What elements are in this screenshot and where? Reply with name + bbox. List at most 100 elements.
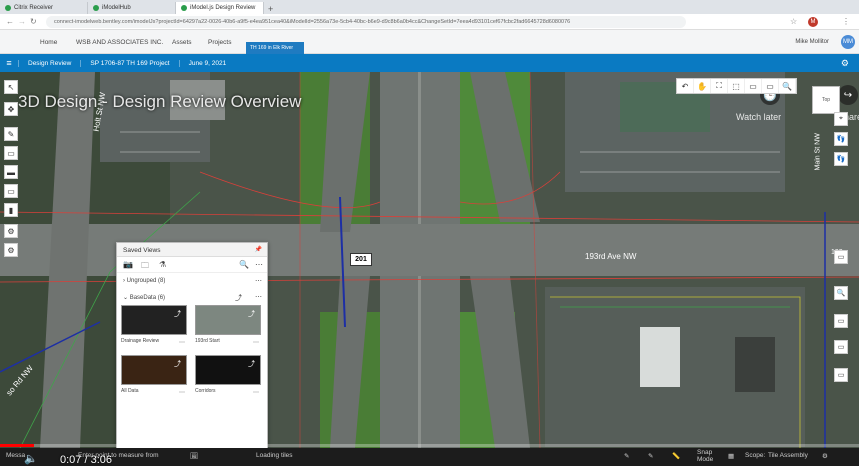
view-tool-icon[interactable]: ▭ xyxy=(762,79,779,93)
more-icon[interactable]: ⋯ xyxy=(253,389,259,396)
filter-icon[interactable]: ⚗ xyxy=(159,260,166,269)
back-icon[interactable]: ← xyxy=(6,17,14,26)
more-icon[interactable]: ⋯ xyxy=(255,277,262,285)
group-ungrouped[interactable]: › Ungrouped (8) ⋯ xyxy=(117,273,267,289)
forward-icon[interactable]: → xyxy=(18,17,26,26)
settings-gear-icon[interactable]: ⚙ xyxy=(841,58,849,69)
clip-tool-icon[interactable]: ▭ xyxy=(4,184,18,198)
group-basedata[interactable]: ⌄ BaseData (6) ⤴ ⋯ xyxy=(117,289,267,305)
more-icon[interactable]: ⋯ xyxy=(179,339,185,346)
measure-tool-icon[interactable]: ▭ xyxy=(4,146,18,160)
fly-icon[interactable]: 👣 xyxy=(834,152,848,166)
pencil-icon[interactable]: ✎ xyxy=(624,452,629,460)
search-icon[interactable]: 🔍 xyxy=(239,260,249,269)
more-icon[interactable]: ⋯ xyxy=(179,389,185,396)
pin-icon[interactable]: 📌 xyxy=(255,246,262,253)
saved-view-card[interactable]: ⤴ Drainage Review ⋯ xyxy=(121,305,187,347)
volume-icon[interactable]: 🔈 xyxy=(24,452,38,465)
right-tool-icon[interactable]: ▭ xyxy=(834,250,848,264)
favicon-icon xyxy=(181,5,187,11)
move-tool-icon[interactable]: ✥ xyxy=(4,102,18,116)
locate-icon[interactable]: ⌖ xyxy=(834,112,848,126)
image-icon[interactable]: 🖼 xyxy=(190,452,198,460)
nav-home[interactable]: Home xyxy=(40,39,57,46)
breadcrumb-project[interactable]: SP 1706-87 TH 169 Project xyxy=(80,59,178,67)
select-tool-icon[interactable]: ↖ xyxy=(4,80,18,94)
zoom-icon[interactable]: 🔍 xyxy=(779,79,796,93)
nav-projects[interactable]: Projects xyxy=(208,39,231,46)
share-icon[interactable]: ⤴ xyxy=(248,309,255,319)
markup-tool-icon[interactable]: ✎ xyxy=(4,127,18,141)
undo-icon[interactable]: ↶ xyxy=(677,79,694,93)
more-icon[interactable]: ⋯ xyxy=(255,293,262,301)
settings-tool-icon[interactable]: ⚙ xyxy=(4,243,18,257)
pencil-icon[interactable]: ✎ xyxy=(648,452,653,460)
hamburger-menu-icon[interactable]: ≡ xyxy=(0,58,18,68)
status-bar: Messa Enter point to measure from 🖼 Load… xyxy=(0,448,859,466)
view-toolbar: ↶ ✋ ⛶ ⬚ ▭ ▭ 🔍 xyxy=(676,78,797,94)
chevron-right-icon: › xyxy=(123,278,125,284)
more-icon[interactable]: ⋯ xyxy=(253,339,259,346)
saved-view-card[interactable]: ⤴ 193rd Start ⋯ xyxy=(195,305,261,347)
share-icon[interactable]: ⤴ xyxy=(235,293,242,303)
right-tool-icon[interactable]: ▭ xyxy=(834,340,848,354)
saved-view-card[interactable]: ⤴ All Data ⋯ xyxy=(121,355,187,397)
breadcrumb-app[interactable]: Design Review xyxy=(18,59,80,67)
view-tool-icon[interactable]: ▭ xyxy=(745,79,762,93)
breadcrumb-date[interactable]: June 9, 2021 xyxy=(178,59,236,67)
delete-tool-icon[interactable]: ▮ xyxy=(4,203,18,217)
layers-tool-icon[interactable]: ⚙ xyxy=(4,224,18,238)
group-label: Ungrouped (8) xyxy=(126,278,166,284)
fit-view-icon[interactable]: ⛶ xyxy=(711,79,728,93)
section-tool-icon[interactable]: ▬ xyxy=(4,165,18,179)
right-tool-icon[interactable]: ▭ xyxy=(834,314,848,328)
saved-views-header: Saved Views 📌 xyxy=(117,243,267,257)
pan-icon[interactable]: ✋ xyxy=(694,79,711,93)
share-icon[interactable]: ⤴ xyxy=(174,359,181,369)
browser-tab-label: Citrix Receiver xyxy=(14,5,54,11)
browser-tab-active[interactable]: iModel.js Design Review xyxy=(176,2,264,14)
share-icon[interactable]: ↪ xyxy=(838,85,858,105)
watch-later-label[interactable]: Watch later xyxy=(736,112,781,122)
more-icon[interactable]: ⋯ xyxy=(255,260,263,269)
share-icon[interactable]: ⤴ xyxy=(248,359,255,369)
new-tab-button[interactable]: + xyxy=(268,4,273,14)
view-cube[interactable]: Top xyxy=(812,86,840,114)
right-tool-icon[interactable]: ▭ xyxy=(834,368,848,382)
view-caption: Corridors xyxy=(195,388,216,394)
grid-icon[interactable]: ▦ xyxy=(728,452,734,460)
url-field[interactable]: connect-imodelweb.bentley.com/imodelJs?p… xyxy=(46,16,686,28)
star-icon[interactable]: ☆ xyxy=(790,17,797,26)
view-caption: 193rd Start xyxy=(195,338,220,344)
camera-icon[interactable]: 📷 xyxy=(123,260,133,269)
favicon-icon xyxy=(93,5,99,11)
saved-view-card[interactable]: ⤴ Corridors ⋯ xyxy=(195,355,261,397)
share-icon[interactable]: ⤴ xyxy=(174,309,181,319)
map-label-right-street: Main St NW xyxy=(814,133,822,171)
project-tab[interactable]: TH 169 in Elk River xyxy=(246,42,304,54)
scope-select[interactable]: Tile Assembly xyxy=(768,452,808,459)
nav-assets[interactable]: Assets xyxy=(172,39,192,46)
walk-icon[interactable]: 👣 xyxy=(834,132,848,146)
ruler-icon[interactable]: 📏 xyxy=(672,452,680,460)
browser-tab[interactable]: Citrix Receiver xyxy=(0,2,88,14)
user-name[interactable]: Mike Mollitor xyxy=(795,39,829,45)
reload-icon[interactable]: ↻ xyxy=(30,17,37,26)
search-icon[interactable]: 🔍 xyxy=(834,286,848,300)
video-progress-bar[interactable] xyxy=(0,444,859,447)
browser-tab[interactable]: iModelHub xyxy=(88,2,176,14)
gear-icon[interactable]: ⚙ xyxy=(822,452,828,460)
snap-mode[interactable]: Snap Mode xyxy=(697,449,723,463)
map-viewport[interactable]: Holt St NW 193rd Ave NW so Rd NW 201 Mai… xyxy=(0,72,859,448)
nav-organization[interactable]: WSB AND ASSOCIATES INC. xyxy=(76,39,163,46)
profile-icon[interactable]: M xyxy=(808,17,818,27)
browser-tab-label: iModel.js Design Review xyxy=(190,5,256,11)
video-time: 0:07 / 3:06 xyxy=(60,454,112,466)
new-group-icon[interactable]: 🗀 xyxy=(141,260,149,274)
avatar[interactable]: MM xyxy=(841,35,855,49)
browser-tab-strip: Citrix Receiver iModelHub iModel.js Desi… xyxy=(0,0,859,14)
window-area-icon[interactable]: ⬚ xyxy=(728,79,745,93)
message-center[interactable]: Messa xyxy=(6,452,25,459)
kebab-menu-icon[interactable]: ⋮ xyxy=(842,17,850,26)
scope-label: Scope: xyxy=(745,452,766,459)
